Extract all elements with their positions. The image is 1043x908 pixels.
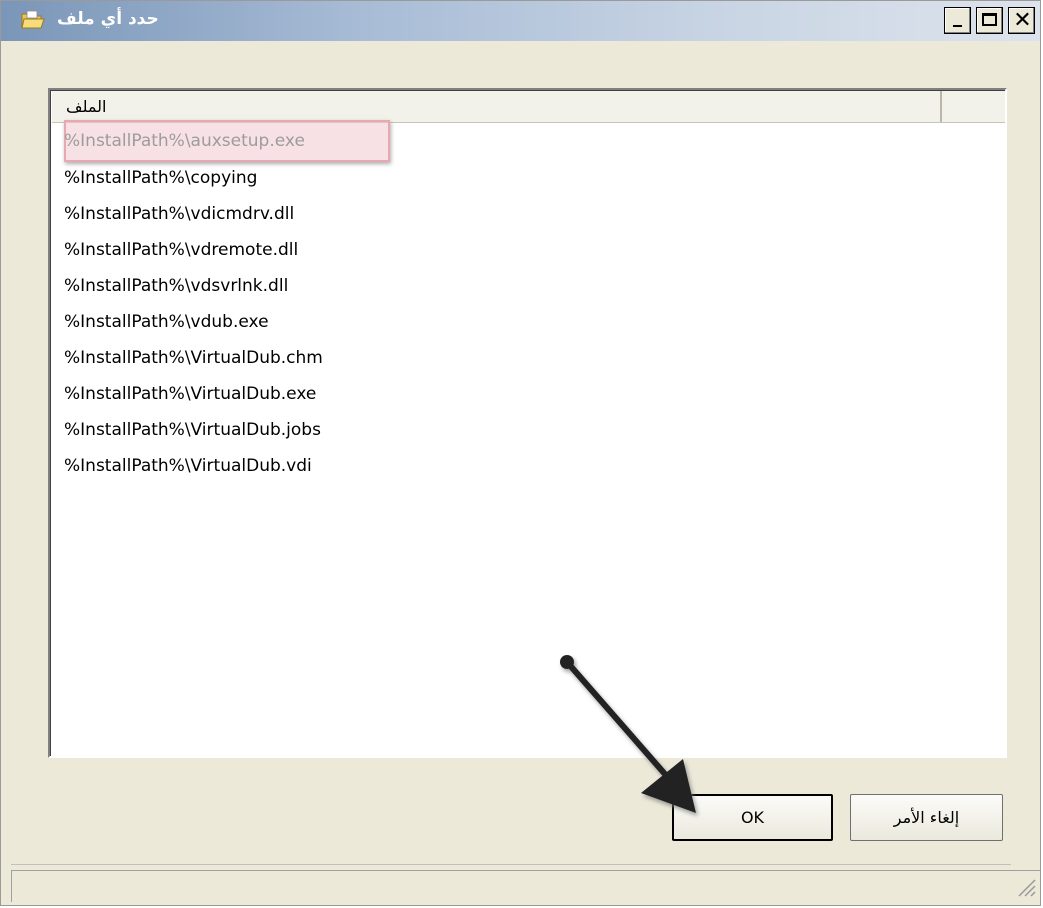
- title-bar[interactable]: حدد أي ملف ✕: [1, 1, 1040, 41]
- cancel-button[interactable]: إلغاء الأمر: [850, 794, 1003, 841]
- column-header-label: الملف: [66, 97, 107, 116]
- maximize-button[interactable]: [976, 7, 1003, 34]
- file-list[interactable]: الملف %InstallPath%\auxsetup.exe %Instal…: [48, 88, 1007, 758]
- file-select-dialog: حدد أي ملف ✕ الملف %InstallPath%\auxsetu…: [0, 0, 1041, 906]
- list-item[interactable]: %InstallPath%\VirtualDub.chm: [64, 343, 323, 373]
- list-item[interactable]: %InstallPath%\vdub.exe: [64, 307, 269, 337]
- maximize-icon: [982, 13, 997, 26]
- list-item[interactable]: %InstallPath%\vdicmdrv.dll: [64, 199, 294, 229]
- list-item[interactable]: %InstallPath%\VirtualDub.exe: [64, 379, 316, 409]
- list-item[interactable]: %InstallPath%\VirtualDub.vdi: [64, 451, 312, 481]
- list-item[interactable]: %InstallPath%\copying: [64, 163, 257, 193]
- close-button[interactable]: ✕: [1008, 7, 1035, 34]
- separator-line: [11, 864, 1011, 865]
- list-item[interactable]: %InstallPath%\VirtualDub.jobs: [64, 415, 321, 445]
- folder-open-icon: [21, 10, 45, 29]
- close-icon: ✕: [1013, 8, 1032, 33]
- list-item[interactable]: %InstallPath%\vdremote.dll: [64, 235, 298, 265]
- list-header: الملف: [52, 91, 1005, 123]
- column-header-file[interactable]: الملف: [52, 91, 942, 122]
- minimize-icon: [953, 25, 962, 27]
- column-header-blank[interactable]: [943, 91, 1005, 122]
- ok-button[interactable]: OK: [672, 794, 833, 841]
- status-bar: [11, 870, 1041, 902]
- resize-grip-icon[interactable]: [1013, 874, 1037, 898]
- window-title: حدد أي ملف: [57, 9, 159, 29]
- list-item[interactable]: %InstallPath%\vdsvrlnk.dll: [64, 271, 288, 301]
- minimize-button[interactable]: [944, 7, 971, 34]
- list-item[interactable]: %InstallPath%\auxsetup.exe: [64, 126, 305, 156]
